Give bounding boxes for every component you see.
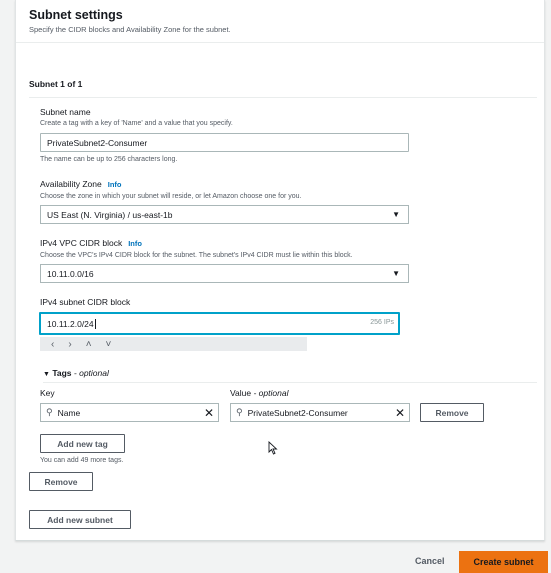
- subnet-cidr-value: 10.11.2.0/24: [47, 318, 94, 329]
- divider: [43, 382, 537, 383]
- caret-down-icon: ▼: [43, 371, 50, 378]
- availability-zone-label-text: Availability Zone: [40, 179, 102, 189]
- subnet-cidr-label: IPv4 subnet CIDR block: [40, 297, 131, 307]
- tag-key-input[interactable]: ⚲ Name ✕: [40, 403, 219, 422]
- tag-value-label-text: Value: [230, 388, 252, 398]
- divider: [16, 42, 544, 43]
- subnet-name-input[interactable]: PrivateSubnet2-Consumer: [40, 133, 409, 152]
- chevron-left-icon[interactable]: ‹: [51, 339, 54, 350]
- tag-value-input[interactable]: ⚲ PrivateSubnet2-Consumer ✕: [230, 403, 410, 422]
- cidr-stepper[interactable]: ‹ › ˄ ˅: [40, 337, 307, 351]
- subnet-name-description: Create a tag with a key of 'Name' and a …: [40, 120, 233, 127]
- caret-down-icon: ▼: [392, 210, 400, 219]
- vpc-cidr-select[interactable]: 10.11.0.0/16 ▼: [40, 264, 409, 283]
- search-icon: ⚲: [236, 407, 243, 417]
- page-title: Subnet settings: [29, 8, 123, 22]
- create-subnet-button[interactable]: Create subnet: [459, 551, 548, 573]
- remove-subnet-button[interactable]: Remove: [29, 472, 93, 491]
- tag-key-label: Key: [40, 388, 55, 398]
- tag-value-value: PrivateSubnet2-Consumer: [247, 407, 348, 418]
- search-icon: ⚲: [46, 407, 53, 417]
- page-description: Specify the CIDR blocks and Availability…: [29, 25, 231, 34]
- tag-value-optional: - optional: [253, 388, 289, 398]
- add-new-tag-button[interactable]: Add new tag: [40, 434, 125, 453]
- tag-limit-text: You can add 49 more tags.: [40, 457, 124, 464]
- chevron-down-icon[interactable]: ˅: [106, 339, 112, 350]
- subnet-name-label: Subnet name: [40, 107, 91, 117]
- availability-zone-value: US East (N. Virginia) / us-east-1b: [47, 209, 173, 220]
- text-cursor: [94, 318, 96, 329]
- vpc-cidr-label: IPv4 VPC CIDR block Info: [40, 238, 142, 248]
- availability-zone-info-link[interactable]: Info: [108, 180, 122, 189]
- tags-heading: Tags: [52, 368, 72, 378]
- add-new-subnet-button[interactable]: Add new subnet: [29, 510, 131, 529]
- availability-zone-label: Availability Zone Info: [40, 179, 122, 189]
- divider: [29, 97, 537, 98]
- vpc-cidr-description: Choose the VPC's IPv4 CIDR block for the…: [40, 252, 353, 259]
- subnet-name-hint: The name can be up to 256 characters lon…: [40, 156, 178, 163]
- chevron-right-icon[interactable]: ›: [68, 339, 71, 350]
- subnet-title: Subnet 1 of 1: [29, 79, 83, 89]
- clear-icon[interactable]: ✕: [395, 406, 405, 420]
- tag-key-value: Name: [57, 407, 81, 418]
- mouse-pointer-icon: [268, 441, 278, 455]
- availability-zone-description: Choose the zone in which your subnet wil…: [40, 193, 302, 200]
- caret-down-icon: ▼: [392, 269, 400, 278]
- chevron-up-icon[interactable]: ˄: [86, 339, 92, 350]
- vpc-cidr-label-text: IPv4 VPC CIDR block: [40, 238, 123, 248]
- subnet-name-value: PrivateSubnet2-Consumer: [47, 137, 148, 148]
- availability-zone-select[interactable]: US East (N. Virginia) / us-east-1b ▼: [40, 205, 409, 224]
- tag-value-label: Value - optional: [230, 388, 288, 398]
- vpc-cidr-value: 10.11.0.0/16: [47, 268, 94, 279]
- cancel-button[interactable]: Cancel: [415, 556, 445, 566]
- clear-icon[interactable]: ✕: [204, 406, 214, 420]
- vpc-cidr-info-link[interactable]: Info: [128, 239, 142, 248]
- subnet-cidr-ip-count: 256 IPs: [370, 319, 394, 326]
- remove-tag-button[interactable]: Remove: [420, 403, 484, 422]
- subnet-cidr-input[interactable]: 10.11.2.0/24 256 IPs: [39, 312, 400, 335]
- tags-optional: - optional: [73, 368, 109, 378]
- tags-toggle[interactable]: ▼ Tags - optional: [43, 368, 109, 378]
